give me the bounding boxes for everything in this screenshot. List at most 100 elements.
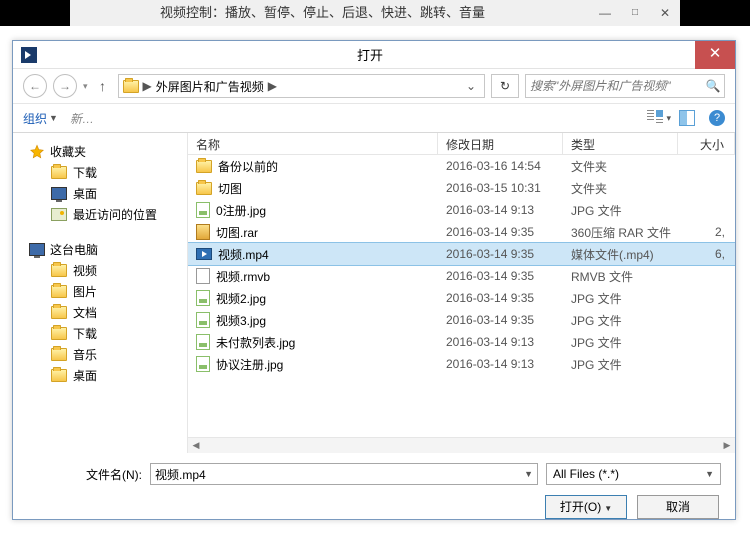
nav-bar: ← → ▾ ↑ ▶ 外屏图片和广告视频 ▶ ⌄ ↻ 🔍	[13, 69, 735, 103]
file-name: 切图	[218, 180, 242, 197]
breadcrumb-sep-icon: ▶	[143, 79, 152, 93]
folder-icon	[51, 306, 67, 319]
help-button[interactable]: ?	[709, 110, 725, 126]
preview-pane-icon	[679, 110, 695, 126]
file-row[interactable]: 视频.mp42016-03-14 9:35媒体文件(.mp4)6,	[188, 243, 735, 265]
search-box[interactable]: 🔍	[525, 74, 725, 98]
file-typetext: JPG 文件	[563, 202, 678, 219]
folder-icon	[51, 166, 67, 179]
open-button[interactable]: 打开(O)▼	[545, 495, 627, 519]
file-date: 2016-03-14 9:35	[438, 247, 563, 261]
sidebar-item-desktop2[interactable]: 桌面	[13, 365, 187, 386]
file-name: 视频.rmvb	[216, 268, 270, 285]
filter-value: All Files (*.*)	[553, 467, 619, 481]
file-typetext: 文件夹	[563, 180, 678, 197]
sidebar-item-recent[interactable]: 最近访问的位置	[13, 204, 187, 225]
col-name[interactable]: 名称	[188, 133, 438, 154]
organize-button[interactable]: 组织	[23, 110, 47, 127]
sidebar-item-label: 视频	[73, 262, 97, 279]
file-typetext: 文件夹	[563, 158, 678, 175]
parent-close-button[interactable]: ✕	[650, 0, 680, 26]
back-button[interactable]: ←	[23, 74, 47, 98]
file-pane: 名称 修改日期 类型 大小 备份以前的2016-03-16 14:54文件夹切图…	[188, 133, 735, 453]
organize-dropdown-icon[interactable]: ▼	[49, 113, 58, 123]
file-row[interactable]: 备份以前的2016-03-16 14:54文件夹	[188, 155, 735, 177]
desktop-icon	[51, 187, 67, 200]
filetype-filter[interactable]: All Files (*.*) ▼	[546, 463, 721, 485]
file-row[interactable]: 0注册.jpg2016-03-14 9:13JPG 文件	[188, 199, 735, 221]
forward-button[interactable]: →	[53, 74, 77, 98]
chevron-down-icon[interactable]: ▼	[705, 469, 714, 479]
cancel-button[interactable]: 取消	[637, 495, 719, 519]
col-size[interactable]: 大小	[678, 133, 735, 154]
sidebar-thispc-label: 这台电脑	[50, 241, 98, 258]
recent-icon	[51, 208, 67, 221]
file-row[interactable]: 未付款列表.jpg2016-03-14 9:13JPG 文件	[188, 331, 735, 353]
scroll-left-icon[interactable]: ◀	[188, 440, 204, 451]
file-row[interactable]: 视频.rmvb2016-03-14 9:35RMVB 文件	[188, 265, 735, 287]
refresh-button[interactable]: ↻	[491, 74, 519, 98]
file-type-icon	[196, 334, 210, 350]
sidebar-item-desktop[interactable]: 桌面	[13, 183, 187, 204]
search-icon[interactable]: 🔍	[702, 79, 724, 93]
col-type[interactable]: 类型	[563, 133, 678, 154]
horizontal-scrollbar[interactable]: ◀ ▶	[188, 437, 735, 453]
file-typetext: JPG 文件	[563, 290, 678, 307]
sidebar-item-music[interactable]: 音乐	[13, 344, 187, 365]
file-list[interactable]: 备份以前的2016-03-16 14:54文件夹切图2016-03-15 10:…	[188, 155, 735, 437]
file-row[interactable]: 切图.rar2016-03-14 9:35360压缩 RAR 文件2,	[188, 221, 735, 243]
sidebar-thispc[interactable]: 这台电脑	[13, 239, 187, 260]
sidebar-favorites[interactable]: 收藏夹	[13, 141, 187, 162]
breadcrumb[interactable]: ▶ 外屏图片和广告视频 ▶ ⌄	[118, 74, 485, 98]
file-typetext: 媒体文件(.mp4)	[563, 246, 678, 263]
scroll-right-icon[interactable]: ▶	[719, 440, 735, 451]
filename-value: 视频.mp4	[155, 466, 206, 483]
file-date: 2016-03-14 9:35	[438, 225, 563, 239]
file-row[interactable]: 协议注册.jpg2016-03-14 9:13JPG 文件	[188, 353, 735, 375]
file-name: 切图.rar	[216, 224, 258, 241]
column-headers[interactable]: 名称 修改日期 类型 大小	[188, 133, 735, 155]
newfolder-button[interactable]: 新…	[70, 110, 94, 127]
sidebar-item-label: 下载	[73, 164, 97, 181]
file-type-icon	[196, 182, 212, 195]
sidebar-item-label: 最近访问的位置	[73, 206, 157, 223]
file-name: 备份以前的	[218, 158, 278, 175]
sidebar-item-videos[interactable]: 视频	[13, 260, 187, 281]
chevron-down-icon[interactable]: ▼	[524, 469, 533, 479]
sidebar-item-pictures[interactable]: 图片	[13, 281, 187, 302]
file-type-icon	[196, 202, 210, 218]
filename-combo[interactable]: 视频.mp4 ▼	[150, 463, 538, 485]
up-button[interactable]: ↑	[94, 78, 112, 94]
col-date[interactable]: 修改日期	[438, 133, 563, 154]
file-row[interactable]: 切图2016-03-15 10:31文件夹	[188, 177, 735, 199]
parent-window-titlebar: 视频控制：播放、暂停、停止、后退、快进、跳转、音量 — □ ✕	[0, 0, 750, 26]
search-input[interactable]	[526, 79, 702, 93]
sidebar-item-downloads2[interactable]: 下载	[13, 323, 187, 344]
dialog-close-button[interactable]: ✕	[695, 41, 735, 69]
parent-maximize-button[interactable]: □	[620, 0, 650, 26]
sidebar-item-downloads[interactable]: 下载	[13, 162, 187, 183]
chevron-down-icon: ▾	[666, 113, 671, 124]
file-typetext: RMVB 文件	[563, 268, 678, 285]
file-type-icon	[196, 312, 210, 328]
breadcrumb-folder[interactable]: 外屏图片和广告视频	[156, 78, 264, 95]
file-type-icon	[196, 356, 210, 372]
breadcrumb-dropdown[interactable]: ⌄	[462, 79, 480, 93]
file-name: 未付款列表.jpg	[216, 334, 295, 351]
file-date: 2016-03-14 9:35	[438, 313, 563, 327]
dialog-app-icon	[21, 47, 37, 63]
folder-icon	[123, 80, 139, 93]
file-row[interactable]: 视频2.jpg2016-03-14 9:35JPG 文件	[188, 287, 735, 309]
view-mode-button[interactable]: ▾	[643, 110, 675, 126]
file-typetext: JPG 文件	[563, 334, 678, 351]
dialog-bottom: 文件名(N): 视频.mp4 ▼ All Files (*.*) ▼ 打开(O)…	[13, 453, 735, 519]
file-row[interactable]: 视频3.jpg2016-03-14 9:35JPG 文件	[188, 309, 735, 331]
parent-minimize-button[interactable]: —	[590, 0, 620, 26]
dialog-titlebar: 打开 ✕	[13, 41, 735, 69]
file-name: 视频3.jpg	[216, 312, 266, 329]
preview-pane-button[interactable]	[675, 110, 699, 126]
chevron-down-icon: ▼	[604, 504, 612, 513]
sidebar-item-documents[interactable]: 文档	[13, 302, 187, 323]
list-view-icon	[647, 110, 663, 126]
open-button-label: 打开(O)	[560, 500, 601, 514]
